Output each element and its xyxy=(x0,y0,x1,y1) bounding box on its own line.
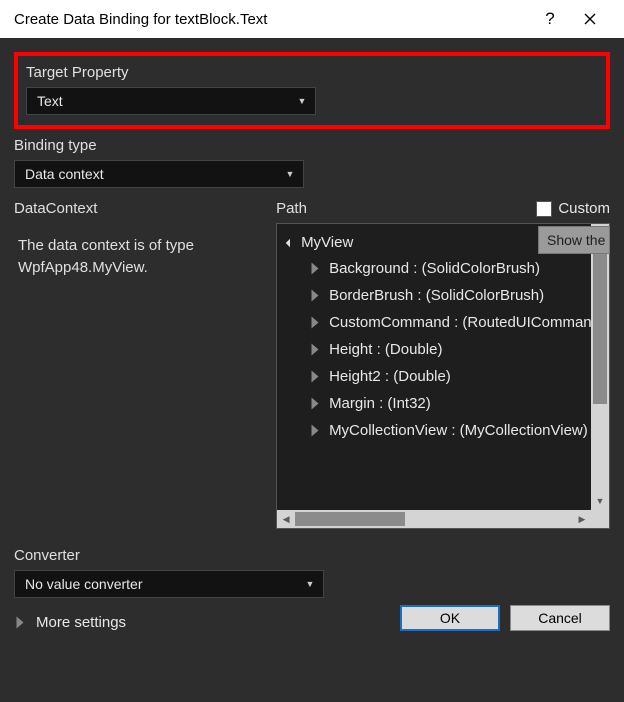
ok-button[interactable]: OK xyxy=(400,605,500,631)
converter-group: Converter No value converter ▼ xyxy=(14,547,610,598)
tree-child-label: Height2 : (Double) xyxy=(329,368,451,385)
custom-checkbox-label: Custom xyxy=(558,200,610,217)
expander-collapsed-icon xyxy=(312,317,319,329)
vertical-scroll-thumb[interactable] xyxy=(593,244,607,404)
horizontal-scrollbar[interactable]: ◀ ▶ xyxy=(277,510,591,528)
tree-child-item[interactable]: Height2 : (Double) xyxy=(283,363,609,390)
tree-child-label: MyCollectionView : (MyCollectionView) xyxy=(329,422,588,439)
datacontext-text: The data context is of type WpfApp48.MyV… xyxy=(14,223,262,279)
context-path-row: DataContext The data context is of type … xyxy=(14,200,610,529)
chevron-down-icon: ▼ xyxy=(281,169,299,179)
converter-value: No value converter xyxy=(25,576,143,592)
binding-type-value: Data context xyxy=(25,166,104,182)
path-label: Path xyxy=(276,200,307,217)
datacontext-label: DataContext xyxy=(14,200,262,217)
scroll-corner xyxy=(591,510,609,528)
show-the-button[interactable]: Show the xyxy=(538,226,610,254)
binding-type-group: Binding type Data context ▼ xyxy=(14,137,610,188)
custom-checkbox[interactable] xyxy=(536,201,552,217)
scroll-down-icon[interactable]: ▼ xyxy=(591,492,609,510)
tree-child-item[interactable]: MyCollectionView : (MyCollectionView) xyxy=(283,417,609,444)
expander-collapsed-icon xyxy=(312,425,319,437)
expander-collapsed-icon xyxy=(312,344,319,356)
tree-child-item[interactable]: Margin : (Int32) xyxy=(283,390,609,417)
path-column: Path Custom Show the MyView Background :… xyxy=(276,200,610,529)
more-settings-label: More settings xyxy=(36,614,126,631)
scroll-left-icon[interactable]: ◀ xyxy=(277,514,295,525)
tree-child-item[interactable]: Height : (Double) xyxy=(283,336,609,363)
target-property-dropdown[interactable]: Text ▼ xyxy=(26,87,316,115)
tree-child-label: Background : (SolidColorBrush) xyxy=(329,260,540,277)
tree-child-item[interactable]: Background : (SolidColorBrush) xyxy=(283,255,609,282)
target-property-label: Target Property xyxy=(26,64,598,81)
dialog-title: Create Data Binding for textBlock.Text xyxy=(14,11,267,28)
horizontal-scroll-track[interactable] xyxy=(295,510,573,528)
path-header: Path Custom xyxy=(276,200,610,217)
binding-type-dropdown[interactable]: Data context ▼ xyxy=(14,160,304,188)
expander-collapsed-icon xyxy=(17,617,24,629)
tree-child-item[interactable]: CustomCommand : (RoutedUICommand) xyxy=(283,309,609,336)
path-tree-items: MyView Background : (SolidColorBrush) Bo… xyxy=(277,224,609,510)
tree-child-label: BorderBrush : (SolidColorBrush) xyxy=(329,287,544,304)
horizontal-scroll-thumb[interactable] xyxy=(295,512,405,526)
expander-collapsed-icon xyxy=(312,398,319,410)
tree-child-label: Margin : (Int32) xyxy=(329,395,431,412)
expander-collapsed-icon xyxy=(312,371,319,383)
tree-child-label: CustomCommand : (RoutedUICommand) xyxy=(329,314,605,331)
scroll-right-icon[interactable]: ▶ xyxy=(573,514,591,525)
converter-dropdown[interactable]: No value converter ▼ xyxy=(14,570,324,598)
datacontext-column: DataContext The data context is of type … xyxy=(14,200,262,529)
vertical-scrollbar[interactable]: ▲ ▼ xyxy=(591,224,609,510)
binding-type-label: Binding type xyxy=(14,137,610,154)
expander-collapsed-icon xyxy=(312,263,319,275)
dialog-footer: OK Cancel xyxy=(400,605,610,631)
expander-collapsed-icon xyxy=(312,290,319,302)
converter-label: Converter xyxy=(14,547,610,564)
chevron-down-icon: ▼ xyxy=(293,96,311,106)
target-property-highlight: Target Property Text ▼ xyxy=(14,52,610,129)
chevron-down-icon: ▼ xyxy=(301,579,319,589)
path-tree[interactable]: MyView Background : (SolidColorBrush) Bo… xyxy=(276,223,610,529)
tree-child-item[interactable]: BorderBrush : (SolidColorBrush) xyxy=(283,282,609,309)
target-property-value: Text xyxy=(37,93,63,109)
custom-checkbox-row[interactable]: Custom xyxy=(536,200,610,217)
expander-expanded-icon xyxy=(286,238,294,246)
tree-root-label: MyView xyxy=(301,234,353,251)
help-button[interactable]: ? xyxy=(530,0,570,38)
close-button[interactable] xyxy=(570,0,610,38)
cancel-button[interactable]: Cancel xyxy=(510,605,610,631)
dialog-content: Target Property Text ▼ Binding type Data… xyxy=(0,38,624,645)
tree-child-label: Height : (Double) xyxy=(329,341,442,358)
close-icon xyxy=(584,13,596,25)
title-bar: Create Data Binding for textBlock.Text ? xyxy=(0,0,624,38)
